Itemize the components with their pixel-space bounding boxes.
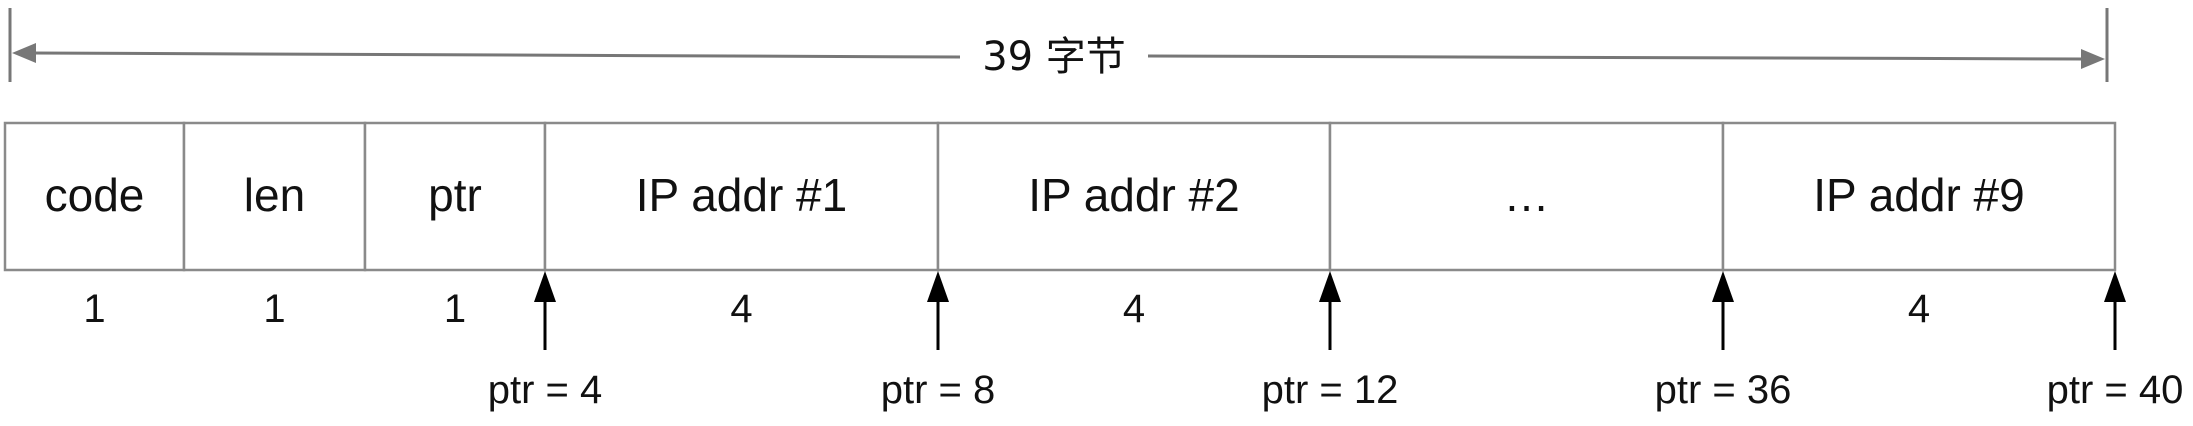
span-arrowhead-right xyxy=(2081,49,2105,69)
field-label-ellipsis: … xyxy=(1504,169,1550,221)
pointer-arrowhead xyxy=(1319,271,1341,302)
field-label-ip-addr-1: IP addr #1 xyxy=(636,169,847,221)
span-line-right xyxy=(1147,54,2086,61)
field-label-code: code xyxy=(45,169,145,221)
pointer-label: ptr = 40 xyxy=(2047,368,2184,412)
size-labels: 1 1 1 4 4 4 xyxy=(83,287,1930,331)
field-label-len: len xyxy=(244,169,305,221)
span-line-left xyxy=(29,51,961,59)
field-label-ip-addr-2: IP addr #2 xyxy=(1028,169,1239,221)
field-size-len: 1 xyxy=(263,287,285,331)
field-label-ip-addr-9: IP addr #9 xyxy=(1813,169,2024,221)
pointer-arrowhead xyxy=(534,271,556,302)
field-row: code len ptr IP addr #1 IP addr #2 … IP addr #… xyxy=(3,121,2117,272)
span-arrowhead-left xyxy=(12,43,36,63)
total-span-indicator: 39 字节 xyxy=(8,8,2109,82)
field-size-code: 1 xyxy=(83,287,105,331)
pointer-arrowhead xyxy=(927,271,949,302)
field-size-ptr: 1 xyxy=(444,287,466,331)
ip-option-format-diagram: 39 字节 code len ptr IP addr #1 IP addr #2 … IP … xyxy=(3,8,2184,412)
field-label-ptr: ptr xyxy=(428,169,482,221)
pointer-label: ptr = 8 xyxy=(881,368,996,412)
field-size-ip-addr-9: 4 xyxy=(1908,287,1930,331)
field-size-ip-addr-1: 4 xyxy=(730,287,752,331)
pointer-label: ptr = 12 xyxy=(1262,368,1399,412)
pointer-label: ptr = 4 xyxy=(488,368,603,412)
field-size-ip-addr-2: 4 xyxy=(1123,287,1145,331)
pointer-arrowhead xyxy=(1712,271,1734,302)
pointer-label: ptr = 36 xyxy=(1655,368,1792,412)
pointer-arrowhead xyxy=(2104,271,2126,302)
total-bytes-label: 39 字节 xyxy=(982,34,1126,80)
